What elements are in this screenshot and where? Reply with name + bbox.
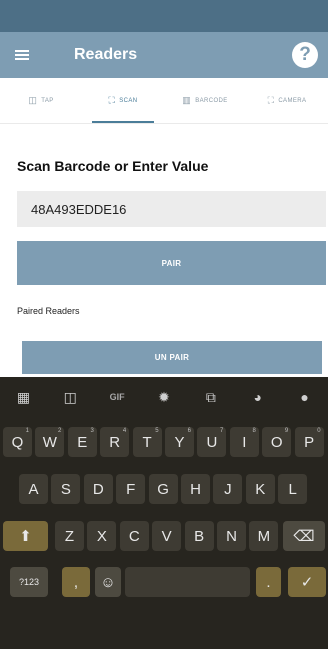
palette-icon[interactable]: ◕ [234,389,281,405]
key-hint: 1 [25,428,29,434]
key-hint: 4 [122,428,127,434]
tab-label: TAP [41,97,54,104]
key-hint: 0 [317,428,321,434]
key-k[interactable]: K [245,474,275,504]
paired-readers-label: Paired Readers [17,306,80,316]
key-d[interactable]: D [83,474,113,504]
key-c[interactable]: C [119,521,149,551]
settings-icon[interactable]: ✹ [141,389,188,406]
emoji-icon[interactable]: ☺ [95,567,121,597]
tab-tap[interactable]: ◫ TAP [0,78,82,123]
keyboard-toolbar: ▦ ◫ GIF ✹ ⧉ ◕ ● [0,377,328,417]
key-u[interactable]: U7 [197,427,227,457]
backspace-icon[interactable]: ⌫ [283,521,325,551]
key-label: O [270,433,283,451]
key-hint: 3 [90,428,94,434]
key-f[interactable]: F [116,474,146,504]
symbols-key[interactable]: ?123 [10,567,48,597]
key-hint: 6 [187,428,191,434]
help-icon[interactable]: ? [292,42,318,68]
key-n[interactable]: N [217,521,246,551]
key-a[interactable]: A [19,474,48,504]
unpair-button[interactable]: UN PAIR [22,341,322,374]
menu-icon[interactable] [0,32,44,78]
key-o[interactable]: O9 [262,427,292,457]
soft-keyboard: ▦ ◫ GIF ✹ ⧉ ◕ ● Q1W2E3R4T5Y6U7I8O9P0ASDF… [0,377,328,649]
key-hint: 7 [220,428,224,434]
key-label: U [206,433,218,451]
key-z[interactable]: Z [55,521,84,551]
key-m[interactable]: M [249,521,279,551]
key-hint: 9 [284,428,289,434]
key-g[interactable]: G [148,474,178,504]
key-h[interactable]: H [181,474,210,504]
key-p[interactable]: P0 [294,427,324,457]
key-e[interactable]: E3 [67,427,97,457]
mic-icon[interactable]: ● [281,389,328,405]
tab-barcode[interactable]: ▥ BARCODE [164,78,246,123]
shift-icon[interactable]: ⬆ [3,521,48,551]
tab-label: SCAN [119,97,138,104]
key-hint: 8 [252,428,256,434]
key-w[interactable]: W2 [35,427,65,457]
nfc-icon: ◫ [28,95,38,105]
tab-label: CAMERA [278,97,307,104]
sticker-icon[interactable]: ◫ [47,389,94,406]
key-v[interactable]: V [152,521,182,551]
key-j[interactable]: J [213,474,243,504]
status-bar [0,0,328,32]
period-key[interactable]: . [256,567,281,597]
pair-button[interactable]: PAIR [17,241,326,285]
barcode-value-input[interactable]: 48A493EDDE16 [17,191,326,227]
key-x[interactable]: X [87,521,117,551]
key-label: E [77,433,88,451]
key-i[interactable]: I8 [229,427,259,457]
key-b[interactable]: B [184,521,214,551]
key-label: Q [11,433,24,451]
space-key[interactable] [125,567,250,597]
tab-camera[interactable]: ⛶ CAMERA [246,78,328,123]
key-s[interactable]: S [51,474,81,504]
translate-icon[interactable]: ⧉ [187,389,234,406]
key-hint: 2 [58,428,62,434]
camera-icon: ⛶ [267,95,275,105]
reader-tabs: ◫ TAP ⛶ SCAN ▥ BARCODE ⛶ CAMERA [0,78,328,124]
key-l[interactable]: L [278,474,308,504]
key-y[interactable]: Y6 [165,427,194,457]
key-hint: 5 [155,428,159,434]
page-title: Readers [74,46,138,63]
key-r[interactable]: R4 [100,427,130,457]
tab-scan[interactable]: ⛶ SCAN [82,78,164,123]
key-t[interactable]: T5 [132,427,162,457]
comma-key[interactable]: , [62,567,90,597]
key-label: R [109,433,121,451]
apps-icon[interactable]: ▦ [0,389,47,406]
gif-button[interactable]: GIF [94,392,141,402]
barcode-icon: ▥ [182,95,192,105]
key-label: I [242,433,247,451]
key-label: T [142,433,152,451]
key-label: W [42,433,57,451]
key-label: P [304,433,315,451]
key-q[interactable]: Q1 [3,427,32,457]
scan-icon: ⛶ [108,95,116,105]
key-label: Y [174,433,185,451]
enter-icon[interactable]: ✓ [288,567,326,597]
app-bar: Readers ? [0,32,328,78]
scan-title: Scan Barcode or Enter Value [17,158,209,174]
tab-label: BARCODE [195,97,228,104]
